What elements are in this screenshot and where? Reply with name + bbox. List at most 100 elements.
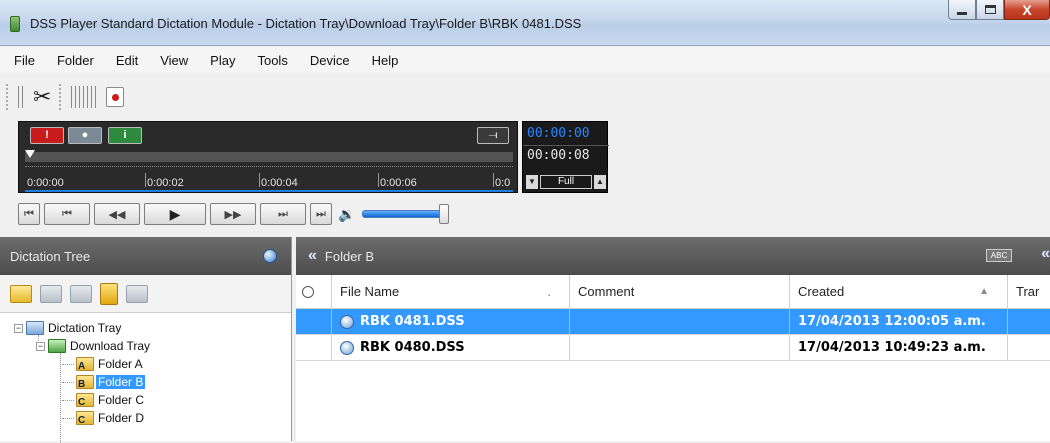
folder-icon: A [76, 357, 94, 372]
menu-folder[interactable]: Folder [57, 53, 94, 68]
table-cell [1008, 335, 1050, 360]
time-divider [523, 145, 609, 146]
fast-forward-button[interactable]: ▶▶ [210, 203, 256, 225]
volume-thumb[interactable] [439, 204, 449, 224]
menu-edit[interactable]: Edit [116, 53, 138, 68]
speed-value: Full [540, 175, 592, 189]
delete-folder-icon[interactable] [40, 284, 62, 303]
tree-node-label: Folder B [96, 375, 146, 389]
folder-properties-icon[interactable] [100, 282, 118, 305]
tree-node-label: Download Tray [70, 339, 151, 353]
column-header-comment[interactable]: Comment [570, 275, 790, 308]
play-button[interactable]: ▶ [144, 203, 206, 225]
rewind-button[interactable]: ◀◀ [94, 203, 140, 225]
maximize-icon [984, 5, 996, 14]
playhead-marker[interactable] [25, 150, 35, 158]
column-header-transcription[interactable]: Trar [1008, 275, 1050, 308]
new-folder-icon[interactable] [10, 284, 32, 303]
go-to-end-button[interactable]: ⏭ [310, 203, 332, 225]
minimize-button[interactable] [948, 0, 976, 20]
column-header-created[interactable]: Created ▲ [790, 275, 1008, 308]
tick-mark [378, 173, 379, 187]
tree-node-folder-a[interactable]: A Folder A [14, 355, 291, 373]
speed-up-button[interactable]: ▲ [594, 175, 606, 189]
position-track[interactable] [25, 152, 513, 162]
column-header-label: Created [798, 284, 845, 299]
table-cell: 17/04/2013 10:49:23 a.m. [790, 335, 1008, 360]
tick-label: 0:00:00 [27, 177, 64, 189]
comment-button[interactable]: ● [68, 127, 102, 144]
maximize-button[interactable] [976, 0, 1004, 20]
sort-indicator: . [547, 284, 551, 299]
collapse-right-icon[interactable]: « [1041, 245, 1050, 263]
tree-node-folder-b[interactable]: B Folder B [14, 373, 291, 391]
current-folder-title: Folder B [324, 248, 375, 264]
column-header-file-name[interactable]: File Name . [332, 275, 570, 308]
record-icon[interactable] [106, 87, 125, 107]
tree-line [62, 400, 74, 401]
collapse-left-icon[interactable]: « [308, 247, 317, 265]
folder-tree: − Dictation Tray − Download Tray A Folde… [0, 313, 291, 443]
next-index-button[interactable]: ⏭ [260, 203, 306, 225]
tree-node-download-tray[interactable]: − Download Tray [14, 337, 291, 355]
rename-folder-icon[interactable] [70, 284, 92, 303]
column-header-label: Trar [1016, 284, 1040, 299]
table-row[interactable]: RBK 0480.DSS 17/04/2013 10:49:23 a.m. [296, 335, 1050, 361]
collapse-icon[interactable]: − [36, 341, 45, 351]
window-title: DSS Player Standard Dictation Module - D… [30, 16, 582, 31]
toolbar-grip[interactable] [6, 84, 14, 110]
wrench-icon: ⟞ [488, 129, 498, 141]
info-icon: i [123, 129, 127, 141]
tree-line [62, 364, 74, 365]
title-bar: DSS Player Standard Dictation Module - D… [0, 0, 1050, 46]
close-button[interactable]: X [1004, 0, 1050, 20]
tick-mark [145, 173, 146, 187]
menu-tools[interactable]: Tools [257, 53, 287, 68]
volume-slider[interactable] [362, 204, 449, 224]
close-icon: X [1022, 1, 1032, 18]
file-created: 17/04/2013 10:49:23 a.m. [798, 340, 986, 355]
minimize-icon [957, 12, 967, 15]
dss-file-icon [340, 314, 354, 329]
speed-down-button[interactable]: ▼ [526, 175, 538, 189]
tree-node-dictation-tray[interactable]: − Dictation Tray [14, 319, 291, 337]
info-button[interactable]: i [108, 127, 142, 144]
abc-icon[interactable]: ABC [986, 249, 1012, 262]
folder-settings-icon[interactable] [126, 284, 148, 303]
go-to-start-button[interactable]: ⏮ [18, 203, 40, 225]
toolbar-grip[interactable] [59, 84, 67, 110]
tree-line [62, 382, 74, 383]
file-name: RBK 0481.DSS [360, 314, 465, 329]
file-list-header: « Folder B ABC « [296, 237, 1050, 275]
menu-help[interactable]: Help [372, 53, 399, 68]
volume-icon[interactable]: 🔉 [336, 203, 358, 225]
table-row[interactable]: RBK 0481.DSS 17/04/2013 12:00:05 a.m. [296, 309, 1050, 335]
table-cell [1008, 309, 1050, 334]
pin-column-header[interactable] [296, 275, 332, 308]
folder-icon: C [76, 393, 94, 408]
tick-mark [259, 173, 260, 187]
menu-play[interactable]: Play [210, 53, 235, 68]
settings-button[interactable]: ⟞ [477, 127, 509, 144]
cut-icon[interactable]: ✂ [33, 86, 51, 108]
menu-device[interactable]: Device [310, 53, 350, 68]
menu-view[interactable]: View [160, 53, 188, 68]
tree-node-label: Folder D [98, 411, 145, 425]
table-cell [296, 335, 332, 360]
current-time: 00:00:00 [527, 126, 590, 141]
priority-button[interactable]: ! [30, 127, 64, 144]
folder-icon: C [76, 411, 94, 426]
progress-line [25, 190, 513, 192]
tree-node-folder-c[interactable]: C Folder C [14, 391, 291, 409]
collapse-icon[interactable]: − [14, 323, 23, 333]
table-cell: RBK 0480.DSS [332, 335, 570, 360]
player-panel: ! ● i ⟞ 0:00:00 0:00:02 0:00:04 0:00:06 … [18, 121, 518, 193]
speed-control: ▼ Full ▲ [526, 174, 606, 190]
toolbar-separator [18, 86, 23, 108]
pin-icon[interactable] [263, 249, 277, 263]
tree-toolbar [0, 275, 291, 313]
menu-bar: File Folder Edit View Play Tools Device … [0, 47, 1050, 73]
tree-node-folder-d[interactable]: C Folder D [14, 409, 291, 427]
menu-file[interactable]: File [14, 53, 35, 68]
previous-index-button[interactable]: ⏮ [44, 203, 90, 225]
